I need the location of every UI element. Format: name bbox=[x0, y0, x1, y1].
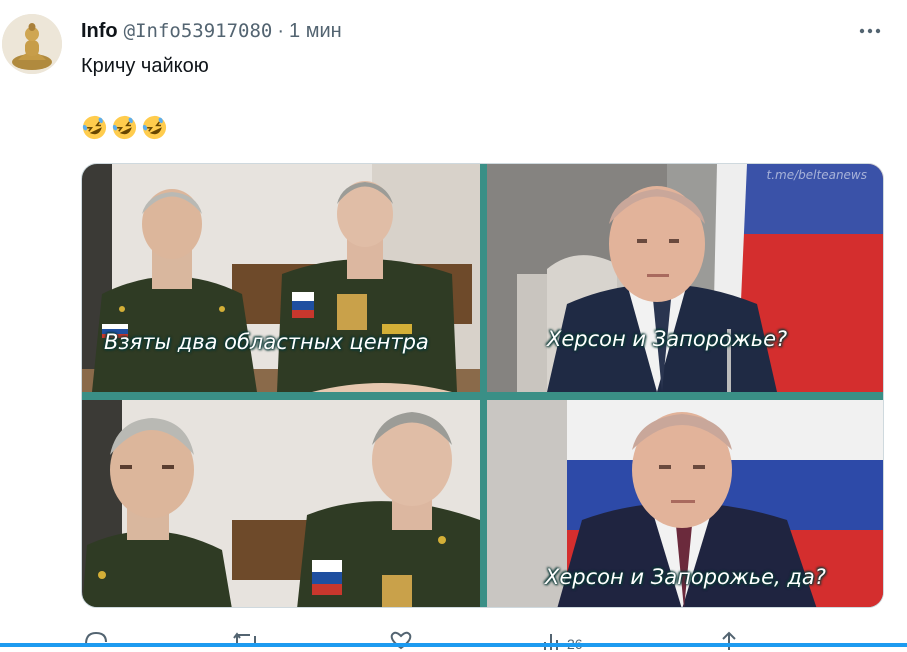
share-button[interactable] bbox=[718, 630, 740, 650]
tweet-text: Кричу чайкою bbox=[81, 55, 209, 77]
rolling-laughing-emoji-icon bbox=[142, 115, 167, 140]
meme-panel-top-left: Взяты два областных центра bbox=[82, 164, 480, 392]
like-button[interactable] bbox=[388, 630, 414, 650]
tweet-timestamp[interactable]: 1 мин bbox=[289, 20, 342, 43]
bottom-accent-rule bbox=[0, 643, 907, 647]
tweet-media-image[interactable]: Взяты два областных центра t.me/belteane… bbox=[81, 163, 884, 608]
views-button[interactable]: 26 bbox=[541, 630, 583, 652]
views-chart-icon bbox=[544, 634, 558, 650]
reply-button[interactable] bbox=[83, 630, 109, 650]
officials-photo bbox=[82, 164, 480, 392]
meme-panel-bottom-right: Херсон и Запорожье, да? bbox=[487, 400, 883, 607]
reply-icon bbox=[85, 631, 107, 645]
speaker-photo bbox=[487, 164, 883, 392]
author-avatar[interactable] bbox=[2, 14, 62, 74]
meme-panel-bottom-left bbox=[82, 400, 480, 607]
meme-panel-top-right: t.me/belteanews Херсон и Запорожье? bbox=[487, 164, 883, 392]
emoji-row bbox=[81, 114, 168, 141]
retweet-icon bbox=[233, 632, 256, 645]
more-options-icon[interactable] bbox=[857, 18, 883, 44]
caption-kherson-question: Херсон и Запорожье? bbox=[547, 327, 788, 351]
tweet-header: Info @Info53917080 · 1 мин bbox=[81, 19, 342, 43]
author-name[interactable]: Info bbox=[81, 20, 118, 43]
caption-captured-centers: Взяты два областных центра bbox=[104, 330, 429, 354]
retweet-button[interactable] bbox=[232, 630, 260, 650]
buddha-figure-icon bbox=[2, 14, 62, 74]
separator-dot: · bbox=[277, 19, 285, 42]
share-icon bbox=[722, 631, 736, 650]
caption-kherson-confirm: Херсон и Запорожье, да? bbox=[545, 565, 826, 589]
author-handle[interactable]: @Info53917080 bbox=[124, 20, 273, 42]
rolling-laughing-emoji-icon bbox=[82, 115, 107, 140]
officials-closeup-photo bbox=[82, 400, 480, 607]
rolling-laughing-emoji-icon bbox=[112, 115, 137, 140]
meme-watermark: t.me/belteanews bbox=[766, 168, 867, 182]
heart-icon bbox=[390, 631, 412, 650]
